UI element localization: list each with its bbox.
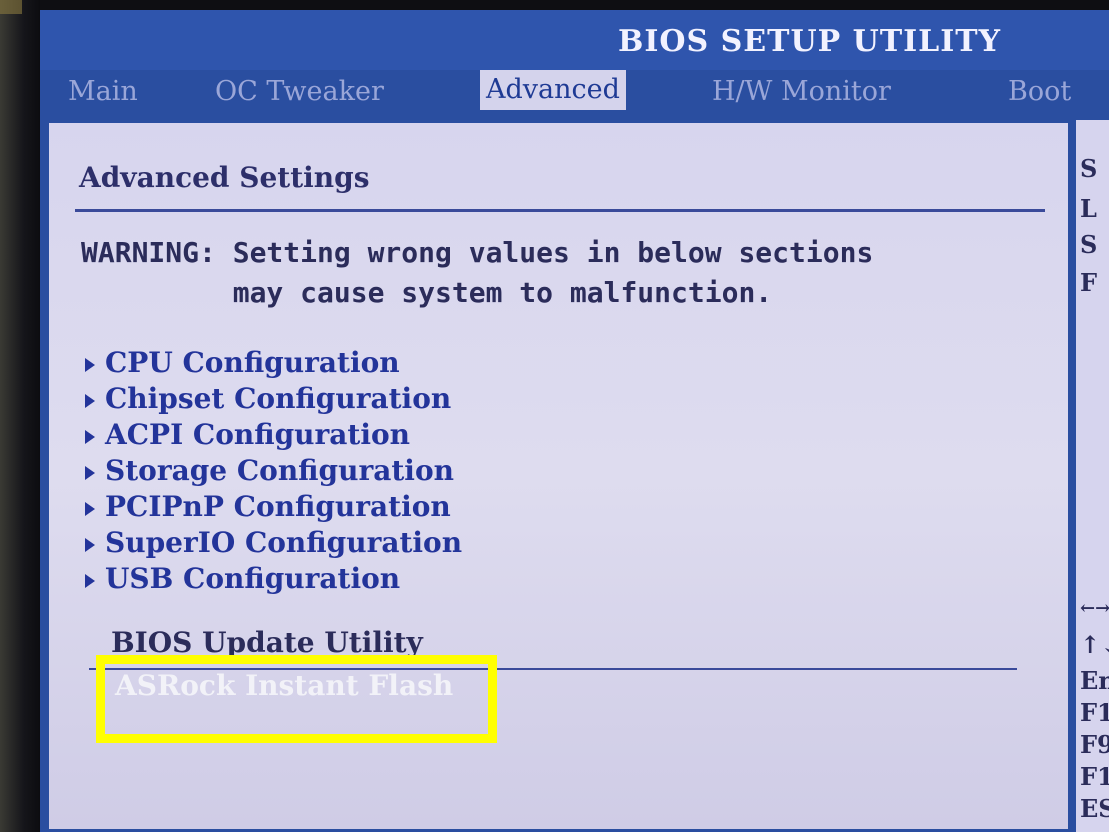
- help-partial-text: F: [1080, 268, 1098, 297]
- menu-item-cpu-configuration[interactable]: CPU Configuration: [85, 345, 462, 381]
- menu-item-chipset-configuration[interactable]: Chipset Configuration: [85, 381, 462, 417]
- help-panel: S L S F ←→ ↑↓ Ent F1 F9 F10 ESC: [1072, 120, 1109, 832]
- submenu-arrow-icon: [85, 537, 95, 552]
- tab-advanced[interactable]: Advanced: [480, 70, 626, 110]
- submenu-arrow-icon: [85, 357, 95, 372]
- tab-boot[interactable]: Boot: [1008, 72, 1071, 112]
- title-bar: BIOS SETUP UTILITY: [40, 10, 1109, 70]
- menu-item-label: PCIPnP Configuration: [105, 490, 451, 523]
- tab-bar: Main OC Tweaker Advanced H/W Monitor Boo…: [40, 70, 1109, 118]
- warning-message: WARNING: Setting wrong values in below s…: [81, 233, 873, 313]
- menu-item-superio-configuration[interactable]: SuperIO Configuration: [85, 525, 462, 561]
- menu-item-label: CPU Configuration: [105, 346, 400, 379]
- warning-line-2: may cause system to malfunction.: [81, 276, 773, 309]
- submenu-arrow-icon: [85, 393, 95, 408]
- help-partial-text: L: [1080, 194, 1097, 223]
- enter-key: Ent: [1080, 666, 1109, 695]
- esc-key: ESC: [1080, 794, 1109, 823]
- menu-item-pcipnp-configuration[interactable]: PCIPnP Configuration: [85, 489, 462, 525]
- monitor-bezel-left: [0, 0, 40, 832]
- menu-item-label: Chipset Configuration: [105, 382, 452, 415]
- tab-main[interactable]: Main: [68, 72, 138, 112]
- corner-glare: [0, 0, 22, 14]
- select-screen-key: ←→: [1080, 598, 1109, 619]
- submenu-arrow-icon: [85, 465, 95, 480]
- help-partial-text: S: [1080, 230, 1098, 259]
- menu-item-acpi-configuration[interactable]: ACPI Configuration: [85, 417, 462, 453]
- menu-item-label: ACPI Configuration: [105, 418, 411, 451]
- section-heading: Advanced Settings: [79, 161, 370, 194]
- heading-divider: [75, 209, 1045, 212]
- submenu-arrow-icon: [85, 573, 95, 588]
- warning-line-1: WARNING: Setting wrong values in below s…: [81, 236, 874, 269]
- menu-item-label: USB Configuration: [105, 562, 401, 595]
- tab-hw-monitor[interactable]: H/W Monitor: [712, 72, 891, 112]
- f1-key: F1: [1080, 698, 1109, 727]
- menu-item-usb-configuration[interactable]: USB Configuration: [85, 561, 462, 597]
- help-partial-text: S: [1080, 154, 1098, 183]
- menu-item-storage-configuration[interactable]: Storage Configuration: [85, 453, 462, 489]
- f9-key: F9: [1080, 730, 1109, 759]
- submenu-arrow-icon: [85, 429, 95, 444]
- configuration-menu: CPU Configuration Chipset Configuration …: [85, 345, 462, 597]
- select-item-key: ↑↓: [1080, 630, 1109, 659]
- menu-item-label: Storage Configuration: [105, 454, 454, 487]
- menu-item-label: SuperIO Configuration: [105, 526, 463, 559]
- bios-title: BIOS SETUP UTILITY: [618, 24, 1002, 59]
- f10-key: F10: [1080, 762, 1109, 791]
- tab-oc-tweaker[interactable]: OC Tweaker: [215, 72, 384, 112]
- instant-flash-highlight-box: [96, 655, 497, 743]
- submenu-arrow-icon: [85, 501, 95, 516]
